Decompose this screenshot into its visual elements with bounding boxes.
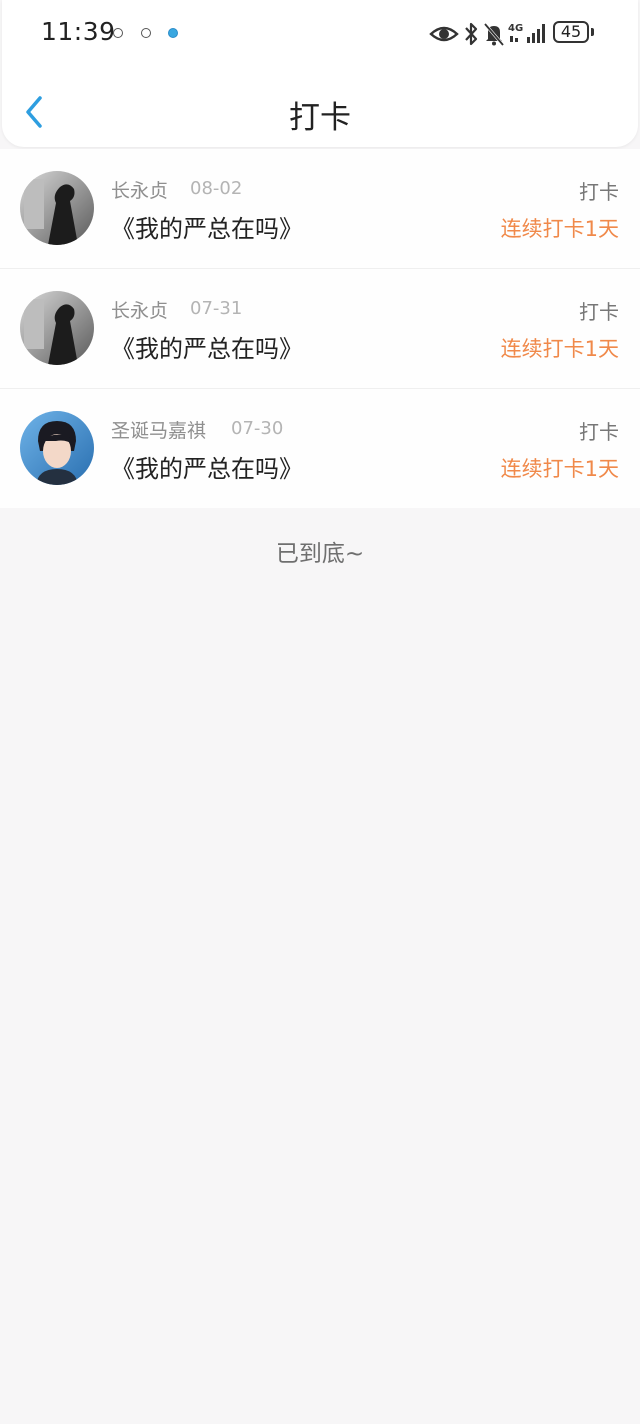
- battery-nub: [591, 28, 594, 36]
- list-item[interactable]: 长永贞 07-31 《我的严总在吗》 打卡 连续打卡1天: [0, 269, 640, 389]
- book-title[interactable]: 《我的严总在吗》: [111, 449, 303, 484]
- status-bar: 11:39 4G 45: [0, 0, 640, 66]
- username: 长永贞: [111, 300, 169, 322]
- list-item[interactable]: 圣诞马嘉祺 07-30 《我的严总在吗》 打卡 连续打卡1天: [0, 389, 640, 508]
- notification-icon: [141, 28, 151, 38]
- type-label: 打卡: [579, 420, 619, 444]
- notification-icon: [168, 28, 178, 38]
- bell-muted-icon: [483, 23, 505, 46]
- streak-label: 连续打卡1天: [500, 337, 619, 361]
- status-time: 11:39: [41, 17, 116, 46]
- signal-icon: 4G: [508, 23, 545, 43]
- book-title[interactable]: 《我的严总在吗》: [111, 209, 303, 244]
- type-label: 打卡: [579, 300, 619, 324]
- streak-label: 连续打卡1天: [500, 457, 619, 481]
- user-photo: [20, 171, 94, 245]
- user-photo: [20, 291, 94, 365]
- eye-icon: [429, 26, 459, 42]
- date: 07-30: [231, 418, 284, 439]
- avatar[interactable]: [20, 291, 94, 365]
- avatar[interactable]: [20, 171, 94, 245]
- date: 08-02: [190, 178, 243, 199]
- end-of-list-text: 已到底~: [275, 541, 365, 567]
- book-title[interactable]: 《我的严总在吗》: [111, 329, 303, 364]
- username: 圣诞马嘉祺: [111, 420, 207, 442]
- list-item[interactable]: 长永贞 08-02 《我的严总在吗》 打卡 连续打卡1天: [0, 149, 640, 269]
- streak-label: 连续打卡1天: [500, 217, 619, 241]
- network-type-label: 4G: [508, 23, 523, 34]
- battery-icon: 45: [553, 21, 589, 43]
- username: 长永贞: [111, 180, 169, 202]
- user-photo: [20, 411, 94, 485]
- type-label: 打卡: [579, 180, 619, 204]
- page-title: 打卡: [289, 100, 351, 136]
- checkin-list: 长永贞 08-02 《我的严总在吗》 打卡 连续打卡1天 长永贞 07-31 《…: [0, 149, 640, 508]
- bluetooth-icon: [465, 22, 478, 46]
- date: 07-31: [190, 298, 243, 319]
- notification-icon: [113, 28, 123, 38]
- avatar[interactable]: [20, 411, 94, 485]
